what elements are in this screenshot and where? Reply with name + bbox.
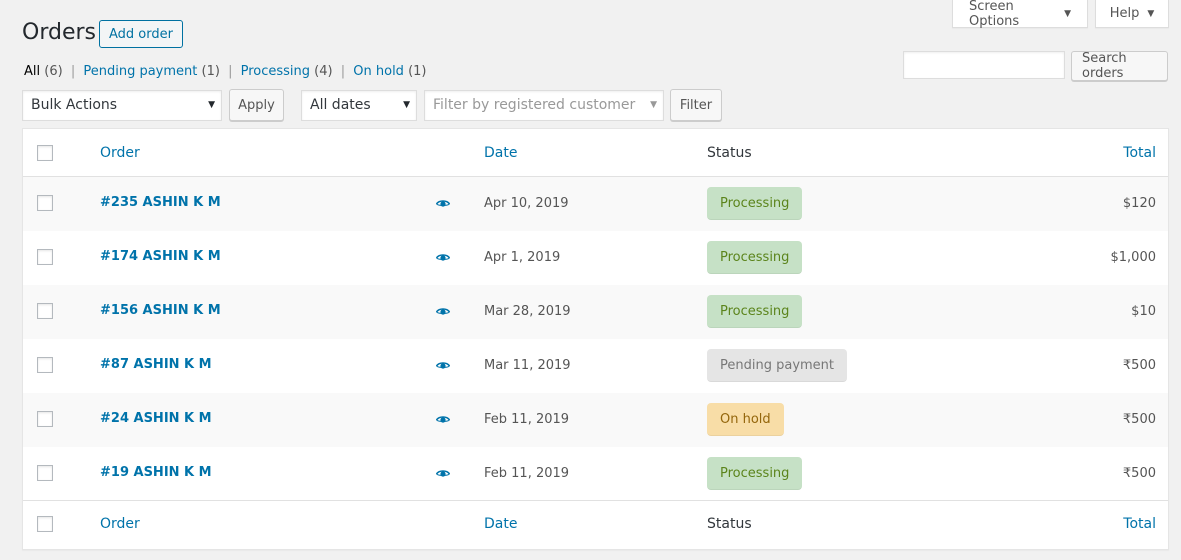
status-badge: Processing	[707, 295, 803, 328]
view-processing-link[interactable]: Processing	[241, 64, 310, 79]
eye-icon[interactable]	[435, 306, 451, 321]
view-onhold-link[interactable]: On hold	[353, 64, 404, 79]
apply-button[interactable]: Apply	[229, 89, 284, 121]
table-row: #24 ASHIN K M Feb 11, 2019 On hold ₹500	[23, 393, 1168, 447]
status-filter-links: All (6) | Pending payment (1) | Processi…	[24, 64, 427, 79]
dates-select[interactable]: All dates ▼	[301, 89, 417, 121]
dropdown-arrow-icon: ▼	[403, 100, 410, 110]
row-checkbox[interactable]	[37, 465, 53, 481]
order-total: $1,000	[1110, 250, 1157, 265]
table-row: #235 ASHIN K M Apr 10, 2019 Processing $120	[23, 177, 1168, 231]
column-order-footer[interactable]: Order	[100, 516, 140, 532]
column-date-header[interactable]: Date	[484, 145, 517, 161]
caret-down-icon: ▼	[1064, 8, 1071, 19]
table-row: #19 ASHIN K M Feb 11, 2019 Processing ₹500	[23, 447, 1168, 501]
order-link[interactable]: #156 ASHIN K M	[100, 303, 221, 318]
dropdown-arrow-icon: ▼	[208, 100, 215, 110]
order-date: Apr 1, 2019	[484, 250, 561, 265]
screen-meta-tabs: Screen Options ▼ Help ▼	[952, 0, 1169, 29]
order-link[interactable]: #235 ASHIN K M	[100, 195, 221, 210]
order-date: Apr 10, 2019	[484, 196, 569, 211]
column-date-footer[interactable]: Date	[484, 516, 517, 532]
order-link[interactable]: #174 ASHIN K M	[100, 249, 221, 264]
order-total: ₹500	[1122, 358, 1156, 373]
view-pending-link[interactable]: Pending payment	[83, 64, 197, 79]
table-footer-row: Order Date Status Total	[23, 500, 1168, 549]
search-orders-button[interactable]: Search orders	[1071, 51, 1168, 81]
eye-icon[interactable]	[435, 252, 451, 267]
orders-table: Order Date Status Total #235 ASHIN K M Ap…	[22, 128, 1169, 550]
eye-icon[interactable]	[435, 468, 451, 483]
screen-options-label: Screen Options	[969, 0, 1020, 29]
dates-value: All dates	[310, 97, 371, 113]
filter-button[interactable]: Filter	[670, 89, 722, 121]
caret-down-icon: ▼	[1147, 8, 1155, 19]
separator: |	[70, 64, 76, 79]
row-checkbox[interactable]	[37, 411, 53, 427]
eye-icon[interactable]	[435, 360, 451, 375]
order-date: Feb 11, 2019	[484, 466, 570, 481]
row-checkbox[interactable]	[37, 357, 53, 373]
add-order-button[interactable]: Add order	[99, 20, 183, 48]
view-all-link[interactable]: All	[24, 64, 40, 79]
dropdown-arrow-icon: ▼	[650, 100, 657, 110]
order-total: ₹500	[1122, 412, 1156, 427]
table-row: #156 ASHIN K M Mar 28, 2019 Processing $10	[23, 285, 1168, 339]
column-order-header[interactable]: Order	[100, 145, 140, 161]
order-date: Feb 11, 2019	[484, 412, 570, 427]
view-all-count: (6)	[44, 64, 63, 79]
separator: |	[340, 64, 346, 79]
status-badge: Processing	[707, 187, 803, 220]
status-badge: On hold	[707, 403, 784, 436]
order-date: Mar 28, 2019	[484, 304, 571, 319]
table-row: #174 ASHIN K M Apr 1, 2019 Processing $1,00…	[23, 231, 1168, 285]
order-date: Mar 11, 2019	[484, 358, 571, 373]
eye-icon[interactable]	[435, 198, 451, 213]
eye-icon[interactable]	[435, 414, 451, 429]
order-link[interactable]: #24 ASHIN K M	[100, 411, 212, 426]
status-badge: Processing	[707, 241, 803, 274]
customer-filter-placeholder: Filter by registered customer	[433, 97, 636, 113]
table-row: #87 ASHIN K M Mar 11, 2019 Pending payment…	[23, 339, 1168, 393]
separator: |	[228, 64, 233, 79]
search-box: Search orders	[903, 51, 1168, 81]
order-total: $10	[1131, 304, 1156, 319]
column-total-footer[interactable]: Total	[1123, 516, 1156, 532]
bulk-actions-select[interactable]: Bulk Actions ▼	[22, 89, 222, 121]
select-all-checkbox[interactable]	[37, 145, 53, 161]
order-link[interactable]: #19 ASHIN K M	[100, 465, 212, 480]
screen-options-button[interactable]: Screen Options ▼	[952, 0, 1088, 29]
table-header-row: Order Date Status Total	[23, 129, 1168, 177]
order-total: $120	[1122, 196, 1156, 211]
column-total-header[interactable]: Total	[1123, 145, 1156, 161]
view-pending-count: (1)	[201, 64, 220, 79]
row-checkbox[interactable]	[37, 195, 53, 211]
column-status-footer: Status	[707, 516, 752, 532]
view-processing-count: (4)	[314, 64, 333, 79]
status-badge: Pending payment	[707, 349, 848, 382]
row-checkbox[interactable]	[37, 249, 53, 265]
table-nav-top: Bulk Actions ▼ Apply All dates ▼ Filter …	[22, 89, 722, 121]
search-input[interactable]	[903, 51, 1065, 79]
customer-filter-select[interactable]: Filter by registered customer ▼	[424, 89, 664, 121]
order-link[interactable]: #87 ASHIN K M	[100, 357, 212, 372]
select-all-checkbox[interactable]	[37, 516, 53, 532]
status-badge: Processing	[707, 457, 803, 490]
column-status-header: Status	[707, 145, 752, 161]
bulk-actions-value: Bulk Actions	[31, 97, 118, 113]
help-button[interactable]: Help ▼	[1095, 0, 1169, 28]
help-label: Help	[1109, 6, 1140, 21]
page-title: Orders	[22, 20, 96, 45]
order-total: ₹500	[1122, 466, 1156, 481]
view-onhold-count: (1)	[408, 64, 427, 79]
row-checkbox[interactable]	[37, 303, 53, 319]
